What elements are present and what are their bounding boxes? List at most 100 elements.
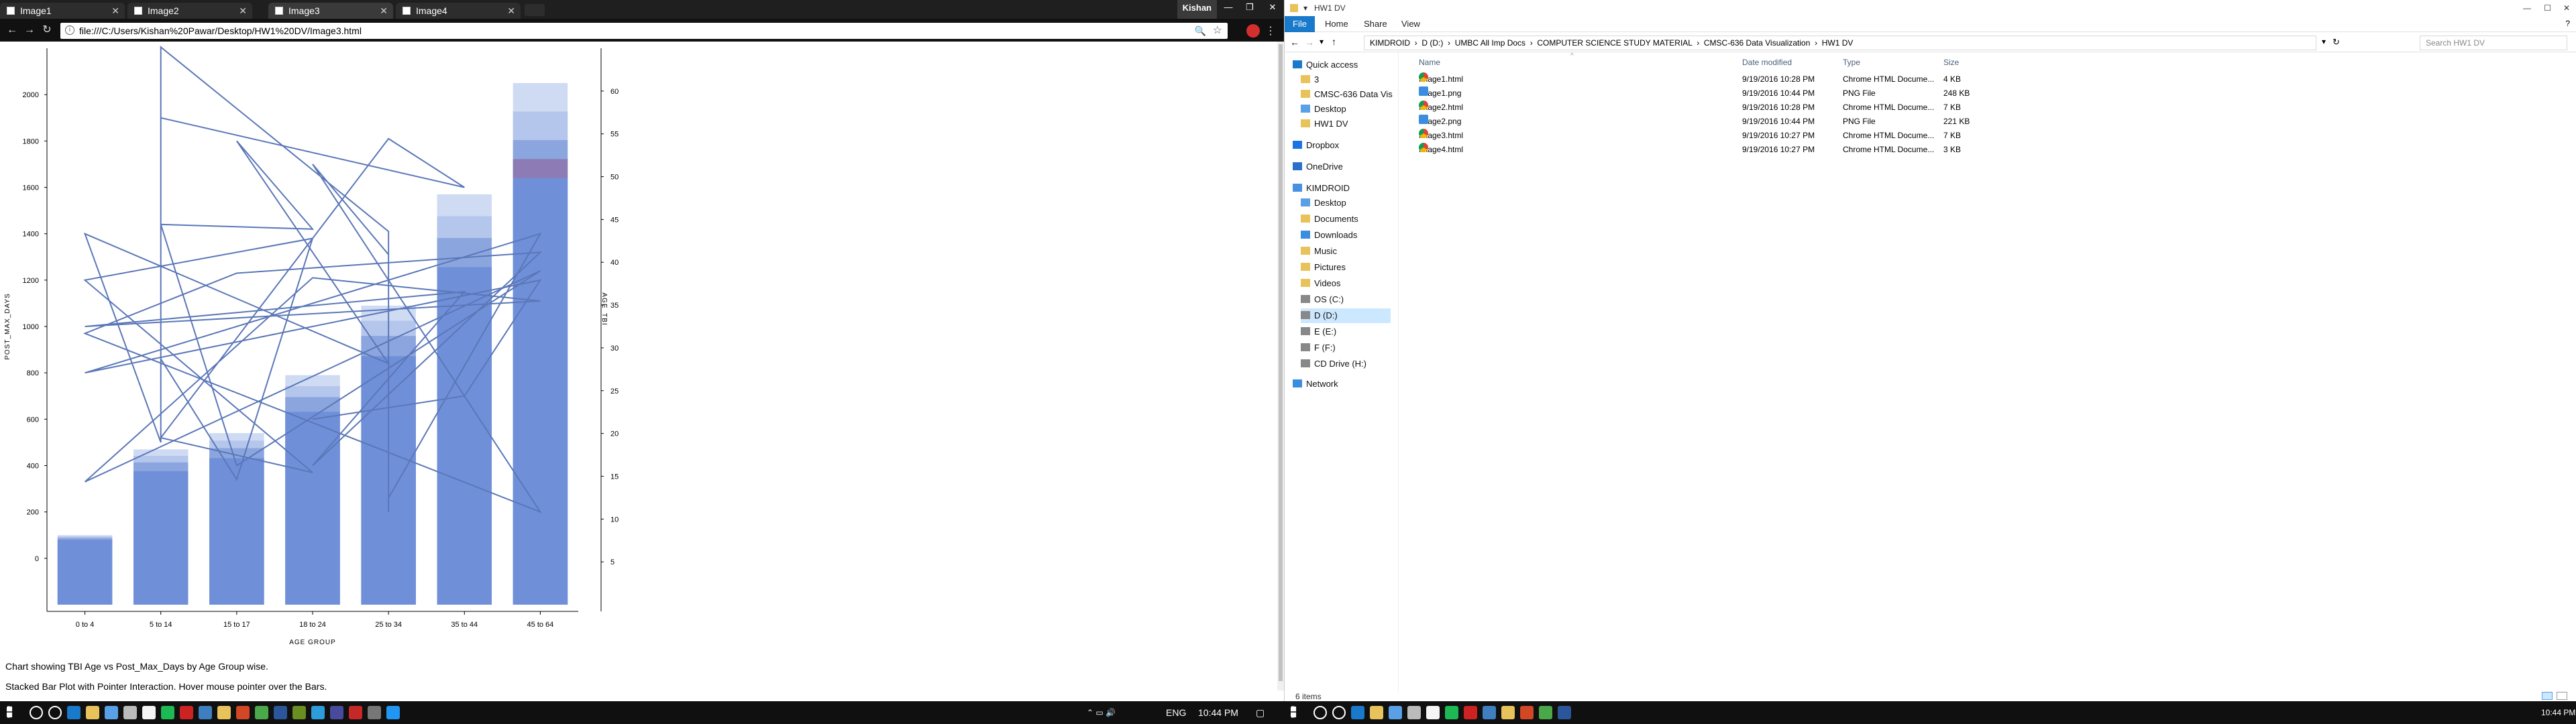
taskbar-app-icon[interactable] <box>105 706 118 719</box>
taskbar-app-icon[interactable] <box>217 706 231 719</box>
start-icon[interactable] <box>1291 706 1297 718</box>
column-name[interactable]: Name <box>1419 58 1440 67</box>
nav-item[interactable]: Videos <box>1301 276 1391 291</box>
menu-icon[interactable]: ⋮ <box>1265 24 1276 38</box>
minimize-icon[interactable]: — <box>1217 0 1240 16</box>
nav-item[interactable]: HW1 DV <box>1301 117 1391 131</box>
tab-image4[interactable]: Image4 ✕ <box>396 3 521 19</box>
quick-access-toolbar-icon[interactable]: ▾ <box>1303 0 1307 16</box>
nav-item[interactable]: Desktop <box>1301 196 1391 210</box>
bar-segment[interactable] <box>133 471 189 605</box>
zoom-icon[interactable]: 🔍 <box>1195 23 1206 39</box>
breadcrumb-item[interactable]: KIMDROID <box>1370 38 1410 48</box>
taskbar-app-icon[interactable] <box>1426 706 1440 719</box>
taskbar-app-icon[interactable] <box>255 706 268 719</box>
breadcrumb-item[interactable]: CMSC-636 Data Visualization <box>1704 38 1811 48</box>
bookmark-star-icon[interactable]: ☆ <box>1213 23 1222 39</box>
taskbar-app-icon[interactable] <box>1520 706 1534 719</box>
taskbar-app-icon[interactable] <box>292 706 306 719</box>
nav-item[interactable]: D (D:) <box>1301 308 1391 323</box>
taskbar-app-icon[interactable] <box>1558 706 1571 719</box>
nav-item[interactable]: OneDrive <box>1293 160 1391 174</box>
recent-locations-icon[interactable]: ▾ <box>1320 37 1324 46</box>
search-input[interactable]: Search HW1 DV <box>2420 36 2567 50</box>
clock[interactable]: 10:44 PM <box>2541 701 2575 724</box>
forward-icon[interactable]: → <box>23 24 36 38</box>
taskbar-app-icon[interactable] <box>1389 706 1402 719</box>
close-window-icon[interactable]: ✕ <box>1261 0 1284 16</box>
tab-image2[interactable]: Image2 ✕ <box>127 3 252 19</box>
ribbon-tab-home[interactable]: Home <box>1317 16 1356 32</box>
help-icon[interactable]: ? <box>2565 19 2570 28</box>
tray-icons[interactable]: ⌃ ▭ 🔊 <box>1087 701 1116 724</box>
nav-item[interactable]: Network <box>1293 377 1391 391</box>
dropdown-icon[interactable]: ▾ <box>2322 37 2326 46</box>
cortana-icon[interactable] <box>48 706 62 719</box>
extension-icon[interactable] <box>1246 24 1260 38</box>
file-row[interactable]: Image1.png 9/19/2016 10:44 PM PNG File 248 … <box>1413 86 1970 100</box>
close-icon[interactable]: ✕ <box>380 3 388 19</box>
scrollbar-thumb[interactable] <box>1279 44 1283 681</box>
column-size[interactable]: Size <box>1943 58 1959 67</box>
taskbar-app-icon[interactable] <box>123 706 137 719</box>
reload-icon[interactable]: ↻ <box>40 24 54 38</box>
taskbar-app-icon[interactable] <box>67 706 80 719</box>
breadcrumb-item[interactable]: D (D:) <box>1421 38 1443 48</box>
clock[interactable]: 10:44 PM <box>1198 701 1238 724</box>
language-indicator[interactable]: ENG <box>1166 701 1186 724</box>
breadcrumb[interactable]: KIMDROID › D (D:) › UMBC All Imp Docs › … <box>1364 36 2316 50</box>
taskbar-app-icon[interactable] <box>1539 706 1552 719</box>
close-icon[interactable]: ✕ <box>507 3 515 19</box>
search-icon[interactable] <box>30 706 43 719</box>
taskbar-app-icon[interactable] <box>274 706 287 719</box>
nav-item[interactable]: KIMDROID <box>1293 181 1391 196</box>
restore-icon[interactable]: ❐ <box>1238 0 1261 16</box>
taskbar-app-icon[interactable] <box>142 706 156 719</box>
taskbar-app-icon[interactable] <box>180 706 193 719</box>
taskbar-app-icon[interactable] <box>1483 706 1496 719</box>
nav-item[interactable]: Desktop <box>1301 102 1391 117</box>
file-row[interactable]: Image2.html 9/19/2016 10:28 PM Chrome HTML… <box>1413 101 1961 114</box>
nav-item[interactable]: Pictures <box>1301 260 1391 275</box>
file-row[interactable]: Image3.html 9/19/2016 10:27 PM Chrome HTML… <box>1413 129 1961 142</box>
nav-item[interactable]: Quick access <box>1293 58 1391 72</box>
profile-button[interactable]: Kishan <box>1177 0 1217 19</box>
start-icon[interactable] <box>7 706 13 718</box>
taskbar-app-icon[interactable] <box>236 706 250 719</box>
close-icon[interactable]: ✕ <box>239 3 247 19</box>
nav-item[interactable]: 3 <box>1301 72 1391 87</box>
up-icon[interactable]: ↑ <box>1332 36 1336 47</box>
close-icon[interactable]: ✕ <box>111 3 119 19</box>
minimize-icon[interactable]: — <box>2523 0 2531 16</box>
nav-item[interactable]: F (F:) <box>1301 341 1391 355</box>
search-icon[interactable] <box>1313 706 1327 719</box>
address-bar[interactable]: i file:///C:/Users/Kishan%20Pawar/Deskto… <box>60 23 1228 39</box>
maximize-icon[interactable]: ☐ <box>2544 0 2551 16</box>
taskbar-app-icon[interactable] <box>349 706 362 719</box>
taskbar-app-icon[interactable] <box>330 706 343 719</box>
taskbar-app-icon[interactable] <box>199 706 212 719</box>
nav-item[interactable]: Dropbox <box>1293 138 1391 153</box>
ribbon-tab-share[interactable]: Share <box>1356 16 1395 32</box>
nav-item[interactable]: Downloads <box>1301 228 1391 243</box>
nav-item[interactable]: Documents <box>1301 212 1391 227</box>
back-icon[interactable]: ← <box>1290 37 1299 48</box>
ribbon-tab-view[interactable]: View <box>1393 16 1428 32</box>
taskbar-app-icon[interactable] <box>311 706 325 719</box>
taskbar-app-icon[interactable] <box>386 706 400 719</box>
taskbar-app-icon[interactable] <box>1407 706 1421 719</box>
taskbar-app-icon[interactable] <box>161 706 174 719</box>
nav-item[interactable]: Music <box>1301 244 1391 259</box>
breadcrumb-item[interactable]: HW1 DV <box>1822 38 1854 48</box>
info-icon[interactable]: i <box>65 25 74 35</box>
nav-item[interactable]: CD Drive (H:) <box>1301 357 1391 371</box>
file-row[interactable]: Image4.html 9/19/2016 10:27 PM Chrome HTML… <box>1413 143 1961 156</box>
action-center-icon[interactable]: ▢ <box>1256 701 1265 724</box>
bar-segment[interactable] <box>285 412 340 605</box>
taskbar-app-icon[interactable] <box>86 706 99 719</box>
tab-image3[interactable]: Image3 ✕ <box>268 3 393 19</box>
breadcrumb-item[interactable]: UMBC All Imp Docs <box>1455 38 1525 48</box>
file-row[interactable]: Image1.html 9/19/2016 10:28 PM Chrome HTML… <box>1413 72 1961 86</box>
nav-item[interactable]: CMSC-636 Data Vis <box>1301 87 1393 102</box>
nav-item[interactable]: E (E:) <box>1301 324 1391 339</box>
